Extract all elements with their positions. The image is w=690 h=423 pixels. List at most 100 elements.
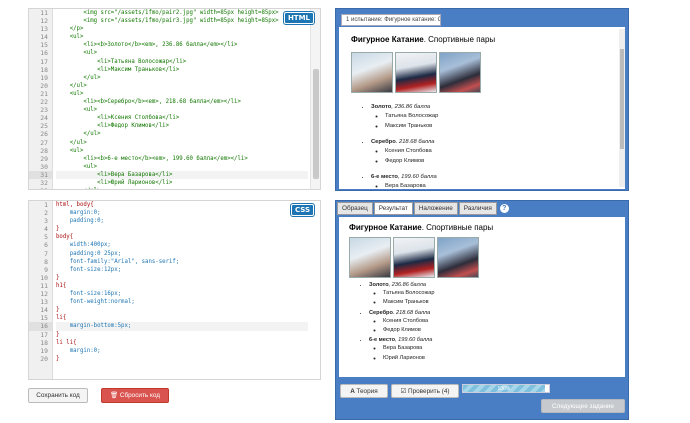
line-number: 7 (44, 249, 48, 258)
athlete-name: Максим Траньков (383, 299, 615, 306)
code-line: li li{ (56, 339, 77, 346)
athlete-name: Ксения Столбова (383, 318, 615, 325)
line-number: 18 (40, 338, 48, 347)
code-line: <ul> (56, 107, 98, 114)
medal-place: Золото (371, 104, 392, 110)
line-number: 16 (40, 49, 48, 58)
line-number: 6 (44, 241, 48, 250)
preview-scroll-thumb[interactable] (620, 49, 624, 149)
line-number: 11 (40, 281, 48, 290)
athlete-name: Юрий Ларионов (383, 355, 615, 362)
line-number: 17 (40, 57, 48, 66)
css-code-area[interactable]: html, body{ margin:0; padding:0;} body{ w… (56, 201, 308, 363)
theory-button[interactable]: A Теория (340, 384, 388, 398)
pair-photo-3 (439, 52, 481, 93)
line-number: 10 (40, 273, 48, 282)
line-number: 3 (44, 217, 48, 226)
code-line: <li>Татьяна Волосожар</li> (56, 58, 187, 65)
line-number: 14 (40, 33, 48, 42)
athlete-name: Максим Траньков (385, 122, 613, 130)
line-number: 13 (40, 25, 48, 34)
line-number: 17 (40, 330, 48, 339)
line-number: 31 (29, 170, 52, 179)
line-number: 14 (40, 306, 48, 315)
result-tab-3[interactable]: Наложение (413, 202, 458, 215)
code-line: <ul> (56, 163, 98, 170)
preview-frame: Фигурное Катание. Спортивные пары Золото… (339, 27, 625, 189)
code-line: font-size:12px; (56, 266, 122, 273)
code-line: font-family:"Arial", sans-serif; (56, 258, 180, 265)
preview-tab-title[interactable]: 1 испытание: Фигурное катание: С (341, 14, 441, 26)
code-line: } (56, 355, 60, 362)
next-task-button[interactable]: Следующее задание (541, 399, 625, 413)
line-number: 21 (40, 89, 48, 98)
code-line: <li>Юрий Ларионов</li> (56, 179, 173, 186)
css-code-editor[interactable]: 1 2 3 4 5 6 7 8 9 10 11 12 13 14 15 16 17 18 19 20 html, bo… (28, 200, 321, 380)
medal-item: 6-е место, 199.60 балла Вера БазароваЮрий… (371, 173, 613, 189)
athlete-list: Вера БазароваЮрий Ларионов (371, 182, 613, 189)
save-code-button[interactable]: Сохранить код (28, 388, 88, 403)
code-line: margin-bottom:5px; (56, 322, 308, 331)
athlete-list: Татьяна Волосожар Максим Траньков (369, 290, 615, 306)
result-pair-photo-3 (437, 237, 479, 278)
html-editor-scrollbar[interactable] (310, 9, 320, 189)
code-line: } (56, 274, 60, 281)
code-line: <li><b>Золото</b><em>, 236.86 балла</em>… (56, 42, 238, 49)
code-line: } (56, 307, 60, 314)
html-code-area[interactable]: <img src="/assets/1fmo/pair2.jpg" width=… (56, 9, 308, 189)
line-number: 4 (44, 225, 48, 234)
result-photos (349, 237, 615, 278)
code-line: </ul> (56, 82, 87, 89)
result-tab-1[interactable]: Образец (337, 202, 373, 215)
medal-item: Золото, 236.86 балла Татьяна Волосожар Мак… (369, 282, 615, 307)
code-line: } (56, 331, 60, 338)
medal-place: Серебро (371, 139, 396, 145)
check-icon: ☑ (400, 388, 408, 395)
line-number: 30 (40, 162, 48, 171)
preview-medal-list: Золото, 236.86 балла Татьяна Волосожар Мак… (351, 103, 613, 189)
code-line: <li>Вера Базарова</li> (56, 170, 308, 179)
medal-place: Золото (369, 282, 389, 288)
athlete-name: Вера Базарова (385, 182, 613, 189)
pair-photo-2 (395, 52, 437, 93)
line-number: 8 (44, 257, 48, 266)
code-line: font-size:16px; (56, 291, 122, 298)
code-line: <ul> (56, 34, 84, 41)
preview-scrollbar[interactable] (619, 29, 625, 187)
line-number: 24 (40, 114, 48, 123)
athlete-list: Ксения Столбова Федор Климов (369, 318, 615, 334)
reset-code-label: Сбросить код (119, 392, 161, 399)
reset-code-button[interactable]: 🗑 Сбросить код (101, 388, 169, 403)
code-line: body{ (56, 234, 74, 241)
line-number: 23 (40, 106, 48, 115)
code-line: li{ (56, 315, 67, 322)
result-window: Образец Результат Наложение Различия? Фигур… (335, 200, 629, 420)
result-tab-2[interactable]: Результат (373, 202, 413, 215)
code-line: <img src="/assets/1fmo/pair3.jpg" width=… (56, 18, 279, 25)
line-number: 19 (40, 346, 48, 355)
code-line: width:400px; (56, 242, 111, 249)
athlete-name: Федор Климов (383, 327, 615, 334)
line-number: 12 (40, 17, 48, 26)
result-tab-4[interactable]: Различия (458, 202, 497, 215)
html-editor-scroll-thumb[interactable] (313, 69, 319, 179)
medal-item: Серебро. 218.68 балла Ксения Столбова Федо… (369, 310, 615, 335)
code-line: <li>Максим Траньков</li> (56, 66, 180, 73)
html-code-editor[interactable]: 11 12 13 14 15 16 17 18 19 20 21 22 23 24 25 26 27 28 29 30… (28, 8, 321, 190)
line-number: 2 (44, 209, 48, 218)
preview-heading: Фигурное Катание. Спортивные пары (351, 35, 496, 44)
athlete-name: Татьяна Волосожар (383, 290, 615, 297)
result-tabs: Образец Результат Наложение Различия? (337, 202, 509, 216)
line-number: 11 (40, 9, 48, 17)
line-number: 33 (29, 187, 52, 189)
line-number: 18 (40, 65, 48, 74)
line-number: 28 (40, 146, 48, 155)
athlete-name: Вера Базарова (383, 345, 615, 352)
line-number: 25 (40, 122, 48, 131)
line-number: 26 (40, 130, 48, 139)
line-number: 15 (40, 41, 48, 50)
athlete-name: Татьяна Волосожар (385, 112, 613, 120)
check-button[interactable]: ☑ Проверить (4) (391, 384, 459, 398)
medal-item: Серебро. 218.68 балла Ксения Столбова Федо… (371, 138, 613, 165)
help-icon[interactable]: ? (499, 204, 509, 213)
